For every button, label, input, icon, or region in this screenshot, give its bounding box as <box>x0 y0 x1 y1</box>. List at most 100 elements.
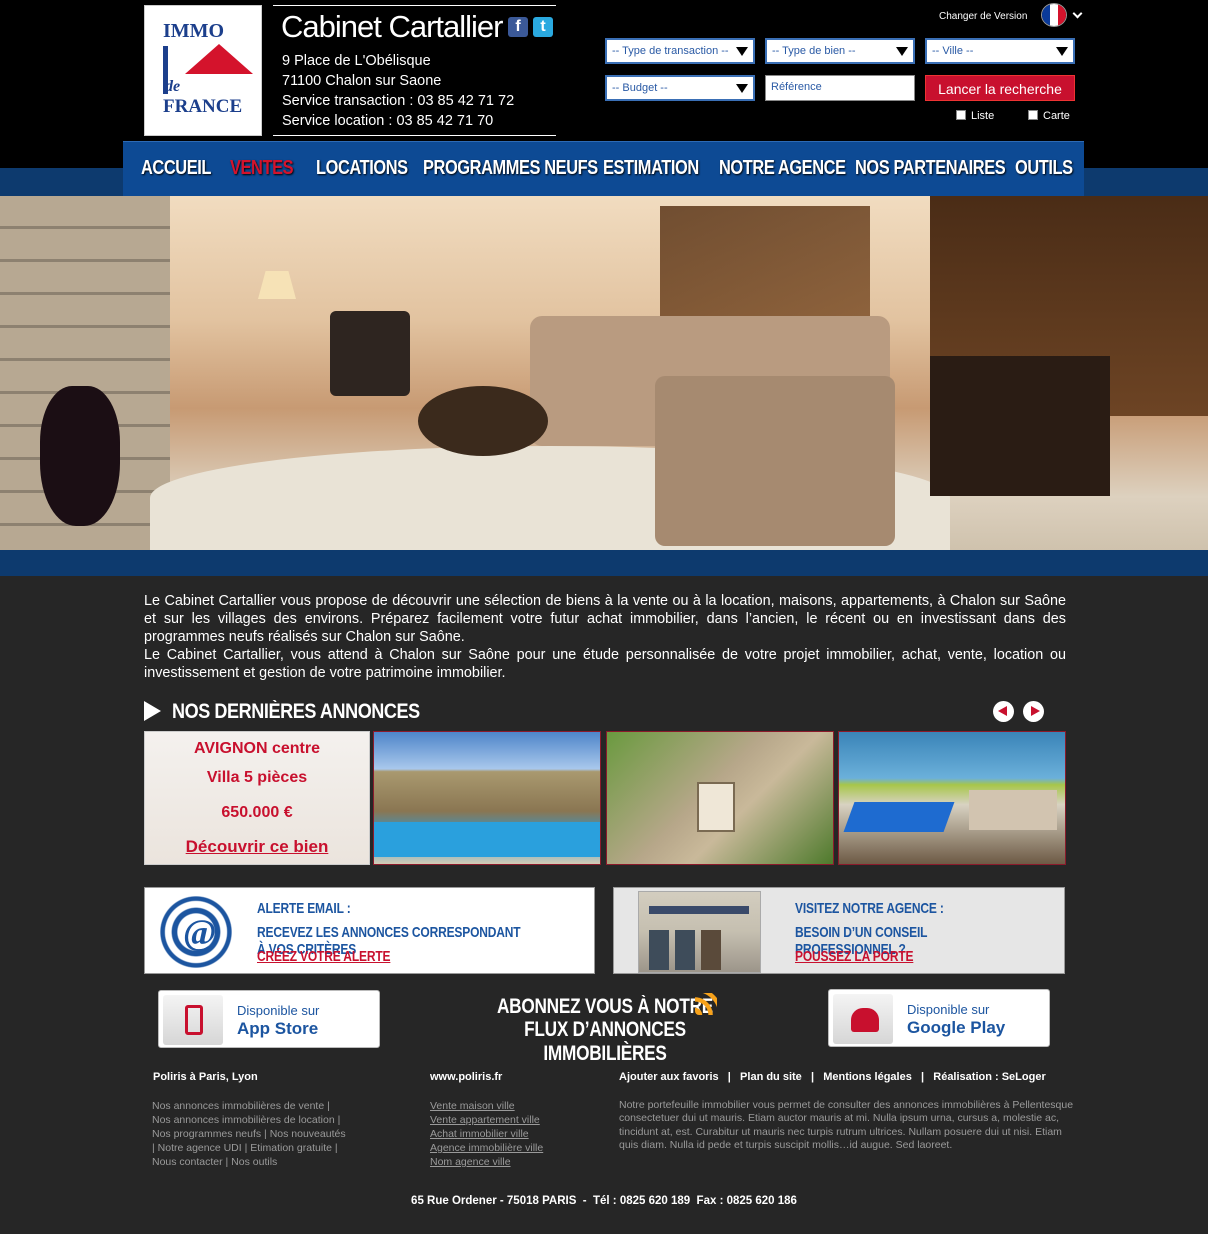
transaction-type-value: -- Type de transaction -- <box>612 45 729 57</box>
next-arrow-button[interactable] <box>1023 701 1044 722</box>
prev-arrow-button[interactable] <box>993 701 1014 722</box>
thumb-door <box>697 782 735 832</box>
arrow-left-icon <box>998 706 1007 716</box>
agency-phone-transaction: Service transaction : 03 85 42 71 72 <box>282 93 515 109</box>
visit-agency-link[interactable]: POUSSEZ LA PORTE <box>795 948 914 965</box>
shop-door <box>701 930 721 970</box>
footer-col1-line[interactable]: | Notre agence UDI | Etimation gratuite … <box>152 1141 346 1155</box>
listing-thumbnail-stone-house[interactable] <box>606 731 834 865</box>
footer-col1-title: Poliris à Paris, Lyon <box>153 1071 258 1083</box>
facebook-icon[interactable]: f <box>508 17 528 37</box>
nav-ventes[interactable]: VENTES <box>230 157 294 180</box>
footer-address: 65 Rue Ordener - 75018 PARIS - Tél : 082… <box>411 1195 797 1207</box>
immo-de-france-logo[interactable]: IMMO de FRANCE <box>144 5 262 136</box>
nav-outils[interactable]: OUTILS <box>1015 157 1073 180</box>
nav-notre-agence[interactable]: NOTRE AGENCE <box>719 157 846 180</box>
shop-window <box>675 930 695 970</box>
thumb-pool <box>374 822 600 857</box>
google-play-line1: Disponible sur <box>907 1002 990 1017</box>
footer-link[interactable]: Vente maison ville <box>430 1099 543 1113</box>
footer-col1-line[interactable]: Nous contacter | Nos outils <box>152 1155 346 1169</box>
dropdown-arrow-icon <box>736 84 748 93</box>
reference-input[interactable]: Référence <box>765 75 915 101</box>
nav-programmes-neufs[interactable]: PROGRAMMES NEUFS <box>423 157 598 180</box>
transaction-type-select[interactable]: -- Type de transaction -- <box>605 38 755 64</box>
rss-icon[interactable] <box>695 993 717 1015</box>
footer-col1-line[interactable]: Nos programmes neufs | Nos nouveautés <box>152 1127 346 1141</box>
thumb-sofa <box>969 790 1057 830</box>
app-store-line2: App Store <box>237 1019 319 1038</box>
checkbox-icon <box>1028 110 1038 120</box>
footer-link[interactable]: Agence immobilière ville <box>430 1141 543 1155</box>
latest-listings-title: NOS DERNIÈRES ANNONCES <box>172 700 420 723</box>
checkbox-icon <box>956 110 966 120</box>
logo-immo: IMMO <box>163 20 225 42</box>
nav-locations[interactable]: LOCATIONS <box>316 157 408 180</box>
french-flag-icon[interactable] <box>1041 3 1067 27</box>
footer-col2-title[interactable]: www.poliris.fr <box>430 1071 502 1083</box>
phone-icon-box <box>163 995 223 1045</box>
intro-paragraph-1: Le Cabinet Cartallier vous propose de dé… <box>144 593 1066 645</box>
logo-roof-icon <box>185 44 253 74</box>
intro-paragraph-2: Le Cabinet Cartallier, vous attend à Cha… <box>144 647 1066 681</box>
agency-storefront-image <box>638 891 761 973</box>
email-alert-title: ALERTE EMAIL : <box>257 900 351 917</box>
footer-col1-line[interactable]: Nos annonces immobilières de vente | <box>152 1099 346 1113</box>
change-version-label[interactable]: Changer de Version <box>939 11 1027 22</box>
map-label: Carte <box>1043 110 1070 122</box>
listing-card-featured[interactable]: AVIGNON centre Villa 5 pièces 650.000 € … <box>144 731 370 865</box>
listing-thumbnail-pool-house[interactable] <box>373 731 601 865</box>
city-select[interactable]: -- Ville -- <box>925 38 1075 64</box>
listing-cta-link[interactable]: Découvrir ce bien <box>145 837 369 857</box>
hero-bottom-stripe <box>0 550 1208 576</box>
listing-price: 650.000 € <box>221 804 293 821</box>
listing-city: AVIGNON centre <box>194 740 320 757</box>
listing-type: Villa 5 pièces <box>206 769 308 786</box>
footer-link[interactable]: Vente appartement ville <box>430 1113 543 1127</box>
intro-text: Le Cabinet Cartallier vous propose de dé… <box>144 592 1066 682</box>
property-type-value: -- Type de bien -- <box>772 45 856 57</box>
hero-living-room-image <box>0 196 1208 550</box>
app-store-line1: Disponible sur <box>237 1003 320 1018</box>
budget-select[interactable]: -- Budget -- <box>605 75 755 101</box>
map-checkbox[interactable]: Carte <box>1028 110 1070 122</box>
footer-col1-line[interactable]: Nos annonces immobilières de location | <box>152 1113 346 1127</box>
hero-lamp <box>258 271 296 299</box>
footer-col1-links[interactable]: Nos annonces immobilières de vente | Nos… <box>152 1099 346 1169</box>
at-glyph: @ <box>183 912 217 952</box>
property-type-select[interactable]: -- Type de bien -- <box>765 38 915 64</box>
listing-thumbnail-living-room[interactable] <box>838 731 1066 865</box>
google-play-badge[interactable]: Disponible sur Google Play <box>828 989 1050 1047</box>
hero-dining <box>930 356 1110 496</box>
search-button[interactable]: Lancer la recherche <box>925 75 1075 101</box>
app-store-badge[interactable]: Disponible sur App Store <box>158 990 380 1048</box>
dropdown-arrow-icon <box>736 47 748 56</box>
create-alert-link[interactable]: CRÉEZ VOTRE ALERTE <box>257 948 391 965</box>
visit-agency-title: VISITEZ NOTRE AGENCE : <box>795 900 944 917</box>
android-icon-box <box>833 994 893 1044</box>
footer-col3-text: Notre portefeuille immobilier vous perme… <box>619 1099 1074 1152</box>
nav-accueil[interactable]: ACCUEIL <box>141 157 211 180</box>
nav-estimation[interactable]: ESTIMATION <box>603 157 699 180</box>
play-arrow-icon <box>144 701 161 721</box>
nav-nos-partenaires[interactable]: NOS PARTENAIRES <box>855 157 1006 180</box>
logo-france: FRANCE <box>163 96 243 117</box>
footer-col3-links[interactable]: Ajouter aux favoris | Plan du site | Men… <box>619 1071 1046 1083</box>
phone-icon <box>185 1005 203 1035</box>
list-label: Liste <box>971 110 995 122</box>
email-at-icon: @ <box>155 893 237 971</box>
rss-line2[interactable]: FLUX D’ANNONCES IMMOBILIÈRES <box>470 1018 741 1066</box>
footer-link[interactable]: Nom agence ville <box>430 1155 543 1169</box>
hero-armchair <box>330 311 410 396</box>
twitter-icon[interactable]: t <box>533 17 553 37</box>
dropdown-arrow-icon <box>896 47 908 56</box>
shop-sign <box>649 906 749 914</box>
visit-agency-promo[interactable]: VISITEZ NOTRE AGENCE : BESOIN D’UN CONSE… <box>613 887 1065 974</box>
list-checkbox[interactable]: Liste <box>956 110 994 122</box>
google-play-line2: Google Play <box>907 1018 1006 1037</box>
budget-value: -- Budget -- <box>612 82 668 94</box>
agency-address2: 71100 Chalon sur Saone <box>282 73 442 89</box>
email-alert-promo[interactable]: @ ALERTE EMAIL : RECEVEZ LES ANNONCES CO… <box>144 887 595 974</box>
footer-link[interactable]: Achat immobilier ville <box>430 1127 543 1141</box>
thumb-chaise <box>843 802 955 832</box>
